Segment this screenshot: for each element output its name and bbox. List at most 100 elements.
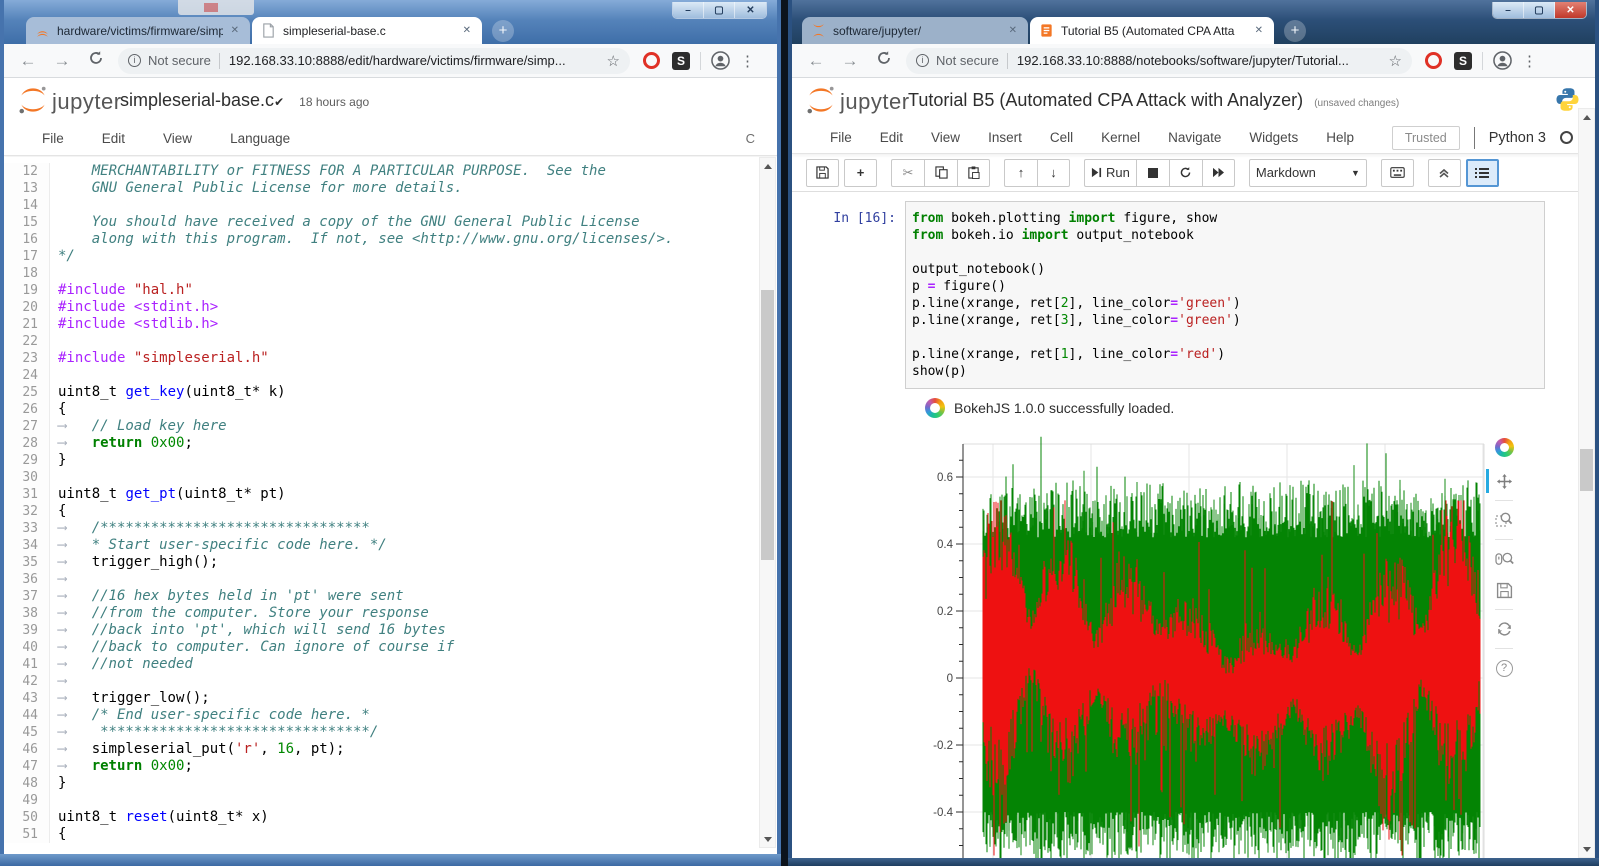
save-tool-icon[interactable] xyxy=(1490,577,1518,603)
tab-close-icon[interactable]: ✕ xyxy=(1253,25,1265,36)
back-icon[interactable]: ← xyxy=(806,51,826,71)
maximize-button[interactable]: ▢ xyxy=(1524,2,1555,18)
scrollbar-thumb[interactable] xyxy=(761,290,774,560)
line-number: 28 xyxy=(4,435,50,452)
maximize-button[interactable]: ▢ xyxy=(704,2,735,18)
menu-item-edit[interactable]: Edit xyxy=(102,131,125,146)
reload-icon[interactable] xyxy=(874,50,894,71)
restart-run-all-button[interactable] xyxy=(1202,159,1235,187)
move-cell-down-button[interactable]: ↓ xyxy=(1037,159,1070,187)
menu-item-file[interactable]: File xyxy=(42,131,64,146)
jupyter-favicon xyxy=(35,23,50,38)
jupyter-logo[interactable]: jupyter xyxy=(806,85,910,115)
window-controls: – ▢ ✕ xyxy=(672,2,767,19)
window-controls: – ▢ ✕ xyxy=(1492,2,1587,19)
page-scrollbar[interactable] xyxy=(1578,108,1595,858)
notebook-title[interactable]: Tutorial B5 (Automated CPA Attack with A… xyxy=(908,90,1399,111)
extension-s-icon[interactable]: S xyxy=(672,52,690,70)
interrupt-kernel-button[interactable] xyxy=(1136,159,1169,187)
box-zoom-tool-icon[interactable] xyxy=(1490,507,1518,533)
menu-item-file[interactable]: File xyxy=(830,130,852,145)
forward-icon[interactable]: → xyxy=(52,51,72,71)
add-cell-button[interactable]: + xyxy=(844,159,877,187)
menu-item-view[interactable]: View xyxy=(163,131,192,146)
menu-item-edit[interactable]: Edit xyxy=(880,130,903,145)
cell-output: BokehJS 1.0.0 successfully loaded. xyxy=(925,398,1578,418)
browser-tab-files[interactable]: software/jupyter/ ✕ xyxy=(802,17,1028,44)
scroll-up-arrow[interactable] xyxy=(760,158,775,174)
jupyter-logo[interactable]: jupyter xyxy=(18,85,122,115)
menu-item-help[interactable]: Help xyxy=(1326,130,1354,145)
scroll-up-arrow[interactable] xyxy=(1579,109,1594,125)
info-icon[interactable]: i xyxy=(916,54,929,67)
tab-close-icon[interactable]: ✕ xyxy=(229,25,241,36)
menu-item-language[interactable]: Language xyxy=(230,131,290,146)
forward-icon[interactable]: → xyxy=(840,51,860,71)
new-tab-button[interactable]: + xyxy=(1284,20,1306,42)
address-bar[interactable]: i Not secure 192.168.33.10:8888/notebook… xyxy=(906,48,1412,74)
code-line: p.line(xrange, ret[3], line_color='green… xyxy=(912,312,1538,329)
move-cell-up-button[interactable]: ↑ xyxy=(1004,159,1037,187)
menu-item-navigate[interactable]: Navigate xyxy=(1168,130,1221,145)
menu-item-widgets[interactable]: Widgets xyxy=(1249,130,1298,145)
bookmark-star-icon[interactable]: ☆ xyxy=(607,52,620,70)
close-button[interactable]: ✕ xyxy=(735,2,766,18)
browser-tab-editor[interactable]: simpleserial-base.c ✕ xyxy=(252,17,482,44)
menu-item-view[interactable]: View xyxy=(931,130,960,145)
extension-o-icon[interactable] xyxy=(643,52,660,69)
bokeh-logo-icon[interactable] xyxy=(1490,434,1518,460)
address-bar[interactable]: i Not secure 192.168.33.10:8888/edit/har… xyxy=(118,48,630,74)
cut-cell-button[interactable]: ✂ xyxy=(891,159,924,187)
reset-tool-icon[interactable] xyxy=(1490,616,1518,642)
editor-scrollbar[interactable] xyxy=(759,157,776,848)
profile-avatar-icon[interactable] xyxy=(1493,51,1512,70)
help-tool-icon[interactable]: ? xyxy=(1490,655,1518,681)
scroll-down-arrow[interactable] xyxy=(760,831,775,847)
trusted-button[interactable]: Trusted xyxy=(1392,126,1460,150)
paste-cell-button[interactable] xyxy=(957,159,990,187)
cell-type-select[interactable]: Markdown ▼ xyxy=(1249,159,1367,187)
extension-s-icon[interactable]: S xyxy=(1454,52,1472,70)
menu-item-cell[interactable]: Cell xyxy=(1050,130,1073,145)
scroll-down-arrow[interactable] xyxy=(1579,841,1594,857)
svg-text:0.6: 0.6 xyxy=(937,472,953,484)
browser-menu-icon[interactable]: ⋮ xyxy=(740,52,755,70)
pan-tool-icon[interactable] xyxy=(1490,468,1518,494)
reload-icon[interactable] xyxy=(86,50,106,71)
browser-menu-icon[interactable]: ⋮ xyxy=(1522,52,1537,70)
tab-close-icon[interactable]: ✕ xyxy=(1007,25,1019,36)
wheel-zoom-tool-icon[interactable] xyxy=(1490,546,1518,572)
run-button[interactable]: Run xyxy=(1084,159,1136,187)
bookmark-star-icon[interactable]: ☆ xyxy=(1389,52,1402,70)
command-palette-button[interactable] xyxy=(1381,159,1414,187)
close-button[interactable]: ✕ xyxy=(1555,2,1586,18)
extension-o-icon[interactable] xyxy=(1425,52,1442,69)
code-line: 15 You should have received a copy of th… xyxy=(4,214,777,231)
bokeh-plot-canvas[interactable]: 0.60.40.20-0.2-0.4 xyxy=(920,431,1520,858)
code-editor[interactable]: 12 MERCHANTABILITY or FITNESS FOR A PART… xyxy=(4,157,777,848)
info-icon[interactable]: i xyxy=(128,54,141,67)
cell-input-area[interactable]: from bokeh.plotting import figure, showf… xyxy=(905,201,1545,389)
new-tab-button[interactable]: + xyxy=(492,20,514,42)
back-icon[interactable]: ← xyxy=(18,51,38,71)
minimize-button[interactable]: – xyxy=(673,2,704,18)
collapse-headings-button[interactable] xyxy=(1428,159,1461,187)
save-button[interactable] xyxy=(806,159,839,187)
browser-tab-notebook[interactable]: Tutorial B5 (Automated CPA Atta ✕ xyxy=(1030,17,1274,44)
tab-close-icon[interactable]: ✕ xyxy=(461,25,473,36)
restart-kernel-button[interactable] xyxy=(1169,159,1202,187)
code-cell[interactable]: In [16]: from bokeh.plotting import figu… xyxy=(792,201,1578,389)
browser-window-editor: – ▢ ✕ hardware/victims/firmware/simpl ✕ … xyxy=(0,0,781,866)
menu-item-insert[interactable]: Insert xyxy=(988,130,1022,145)
copy-cell-button[interactable] xyxy=(924,159,957,187)
profile-avatar-icon[interactable] xyxy=(711,51,730,70)
scrollbar-thumb[interactable] xyxy=(1580,449,1593,491)
svg-text:0.2: 0.2 xyxy=(937,606,953,618)
table-of-contents-button[interactable] xyxy=(1466,159,1499,187)
menu-item-kernel[interactable]: Kernel xyxy=(1101,130,1140,145)
url-text: 192.168.33.10:8888/notebooks/software/ju… xyxy=(1017,53,1381,68)
minimize-button[interactable]: – xyxy=(1493,2,1524,18)
file-title[interactable]: simpleserial-base.c✔ 18 hours ago xyxy=(120,90,369,111)
browser-tab-files[interactable]: hardware/victims/firmware/simpl ✕ xyxy=(26,17,250,44)
bokeh-figure[interactable]: 0.60.40.20-0.2-0.4 xyxy=(920,431,1532,858)
